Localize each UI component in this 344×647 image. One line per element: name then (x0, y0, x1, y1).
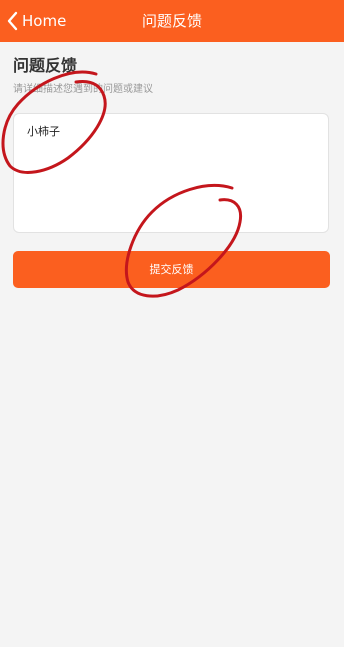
submit-feedback-button[interactable]: 提交反馈 (13, 251, 330, 288)
section-title: 问题反馈 (13, 56, 78, 75)
feedback-screen: Home 问题反馈 问题反馈 请详细描述您遇到的问题或建议 小柿子 提交反馈 (0, 0, 344, 647)
feedback-textarea[interactable]: 小柿子 (13, 113, 329, 233)
navbar: Home 问题反馈 (0, 0, 344, 42)
feedback-text-value: 小柿子 (27, 125, 60, 138)
back-label: Home (22, 12, 67, 30)
back-button[interactable]: Home (6, 8, 66, 34)
section-hint: 请详细描述您遇到的问题或建议 (13, 84, 153, 95)
chevron-left-icon (6, 11, 18, 31)
